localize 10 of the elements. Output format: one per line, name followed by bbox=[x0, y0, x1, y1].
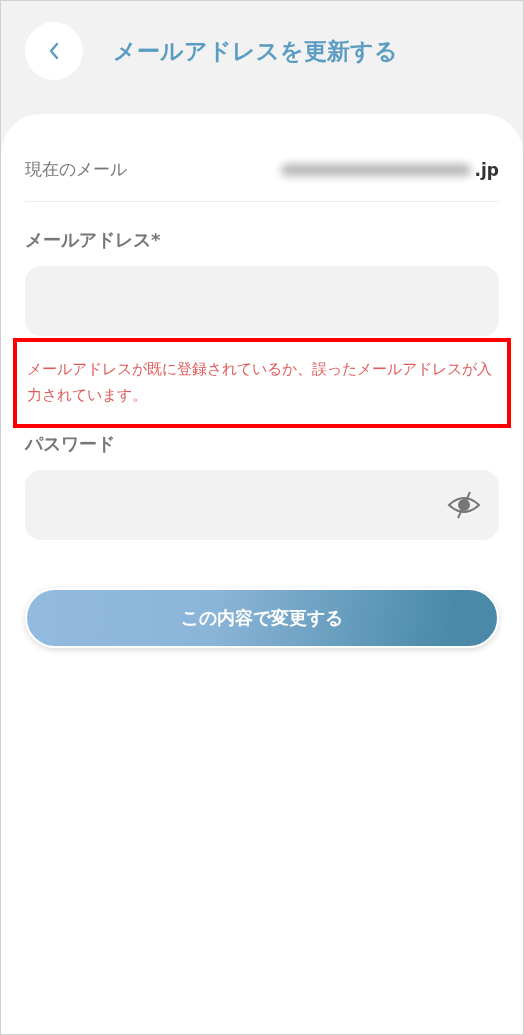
field-label: メールアドレス* bbox=[25, 228, 162, 252]
field-label: パスワード bbox=[25, 432, 116, 456]
submit-button[interactable]: この内容で変更する bbox=[25, 588, 499, 648]
password-field[interactable] bbox=[25, 470, 499, 540]
page-title: メールアドレスを更新する bbox=[113, 36, 398, 66]
back-icon bbox=[47, 41, 61, 61]
eye-slash-icon[interactable] bbox=[447, 490, 481, 520]
current-email-label: 現在のメール bbox=[25, 158, 127, 181]
current-email-value: .jp bbox=[474, 159, 499, 180]
error-message: メールアドレスが既に登録されているか、誤ったメールアドレスが入力されています。 bbox=[27, 359, 493, 406]
